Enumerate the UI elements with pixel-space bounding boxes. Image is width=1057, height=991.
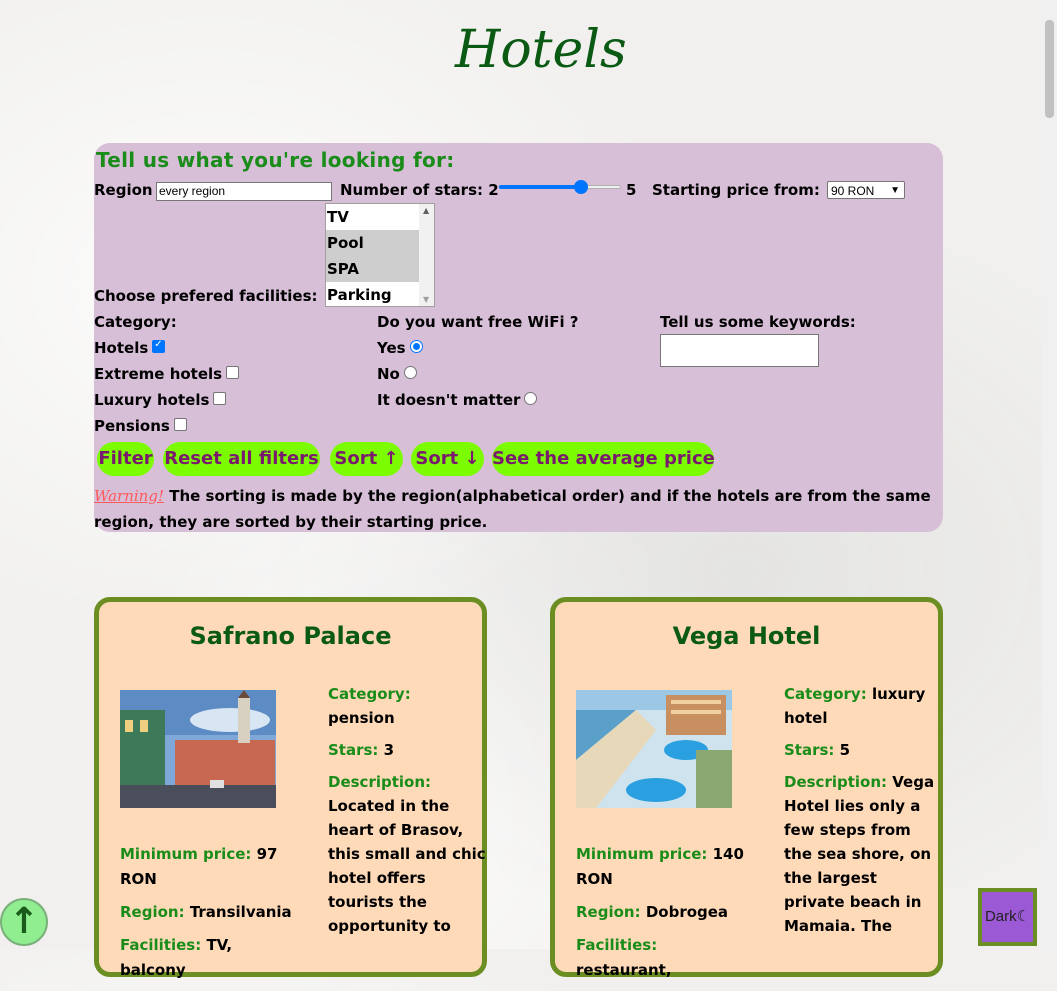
- category-label: Category:: [94, 313, 177, 331]
- category-extreme[interactable]: Extreme hotels: [94, 365, 240, 383]
- region-input[interactable]: every region: [156, 182, 332, 201]
- wifi-yes-label: Yes: [377, 339, 406, 357]
- hotel-photo: [120, 690, 276, 808]
- category-hotels-checkbox[interactable]: [152, 339, 166, 353]
- reset-filters-button[interactable]: Reset all filters: [163, 442, 320, 476]
- moon-icon: ☾: [1016, 908, 1031, 925]
- wifi-yes[interactable]: Yes: [377, 339, 423, 357]
- stars-key: Stars:: [328, 741, 379, 759]
- arrow-down-icon: ↓: [464, 448, 480, 469]
- category-pensions-checkbox[interactable]: [173, 418, 187, 431]
- facility-option-pool[interactable]: Pool: [326, 230, 419, 256]
- sorting-warning: Warning! The sorting is made by the regi…: [94, 483, 940, 535]
- category-pensions[interactable]: Pensions: [94, 417, 187, 435]
- category-pensions-label: Pensions: [94, 417, 170, 435]
- facilities-value: restaurant,: [576, 961, 672, 979]
- wifi-any-label: It doesn't matter: [377, 391, 521, 409]
- sort-descending-button[interactable]: Sort ↓: [411, 442, 484, 476]
- arrow-up-icon: ↑: [383, 448, 399, 469]
- filters-heading: Tell us what you're looking for:: [96, 148, 455, 172]
- category-extreme-checkbox[interactable]: [226, 366, 240, 379]
- price-select[interactable]: 90 RON ▼: [827, 181, 905, 199]
- category-luxury[interactable]: Luxury hotels: [94, 391, 227, 409]
- keywords-label: Tell us some keywords:: [660, 313, 856, 331]
- warning-word: Warning!: [94, 487, 164, 505]
- category-hotels[interactable]: Hotels: [94, 339, 166, 357]
- hotel-info: Minimum price: 97 RON Region: Transilvan…: [120, 842, 300, 991]
- facilities-listbox[interactable]: TV Pool SPA Parking lot ▲ ▼: [325, 203, 435, 307]
- facilities-label: Choose prefered facilities:: [94, 287, 318, 305]
- wifi-no[interactable]: No: [377, 365, 417, 383]
- region-key: Region:: [576, 903, 641, 921]
- description-value: Vega Hotel lies only a few steps from th…: [784, 773, 935, 935]
- region-value: Dobrogea: [645, 903, 729, 921]
- dark-mode-button[interactable]: Dark☾: [978, 888, 1037, 946]
- slider-fill: [499, 185, 581, 189]
- page-title: Hotels: [455, 20, 627, 80]
- region-label: Region: [94, 181, 153, 199]
- description-value: Located in the heart of Brasov, this sma…: [328, 797, 486, 935]
- sort-ascending-button[interactable]: Sort ↑: [330, 442, 403, 476]
- facility-option-tv[interactable]: TV: [326, 204, 419, 230]
- warning-text: The sorting is made by the region(alphab…: [94, 487, 931, 531]
- hotel-details: Category: luxury hotel Stars: 5 Descript…: [784, 682, 942, 946]
- category-extreme-label: Extreme hotels: [94, 365, 223, 383]
- scroll-down-icon[interactable]: ▼: [423, 295, 429, 304]
- stars-max-label: 5: [626, 181, 637, 199]
- facilities-key: Facilities:: [120, 936, 202, 954]
- region-key: Region:: [120, 903, 185, 921]
- min-price-key: Minimum price:: [120, 845, 252, 863]
- scroll-to-top-button[interactable]: ↑: [0, 898, 48, 946]
- listbox-scrollbar[interactable]: ▲ ▼: [419, 204, 434, 306]
- price-select-value: 90 RON: [831, 184, 875, 198]
- arrow-up-icon: ↑: [8, 901, 40, 942]
- description-key: Description:: [328, 773, 432, 791]
- average-price-button[interactable]: See the average price: [492, 442, 715, 476]
- wifi-no-radio[interactable]: [403, 366, 417, 379]
- wifi-no-label: No: [377, 365, 400, 383]
- stars-value: 5: [839, 741, 851, 759]
- scroll-up-icon[interactable]: ▲: [423, 206, 429, 215]
- facility-option-spa[interactable]: SPA: [326, 256, 419, 282]
- stars-label: Number of stars: 2: [340, 181, 499, 199]
- facilities-key: Facilities:: [576, 936, 658, 954]
- min-price-key: Minimum price:: [576, 845, 708, 863]
- keywords-textarea[interactable]: [660, 334, 819, 367]
- sort-descending-label: Sort: [415, 448, 459, 469]
- chevron-down-icon: ▼: [890, 185, 900, 196]
- stars-key: Stars:: [784, 741, 835, 759]
- price-label: Starting price from:: [652, 181, 820, 199]
- wifi-label: Do you want free WiFi ?: [377, 313, 579, 331]
- hotel-name: Safrano Palace: [189, 622, 392, 650]
- dark-mode-label: Dark: [984, 908, 1017, 925]
- wifi-any-radio[interactable]: [524, 392, 538, 405]
- sort-ascending-label: Sort: [334, 448, 378, 469]
- hotel-info: Minimum price: 140 RON Region: Dobrogea …: [576, 842, 756, 991]
- stars-slider[interactable]: [499, 179, 621, 195]
- filters-panel: Tell us what you're looking for: Region …: [94, 143, 943, 532]
- hotel-card: Safrano Palace Category: pension Stars: 3…: [94, 597, 487, 979]
- page-scrollbar[interactable]: [1042, 0, 1057, 949]
- description-key: Description:: [784, 773, 888, 791]
- category-hotels-label: Hotels: [94, 339, 149, 357]
- category-key: Category:: [328, 685, 411, 703]
- hotel-name: Vega Hotel: [672, 622, 821, 650]
- wifi-any[interactable]: It doesn't matter: [377, 391, 538, 409]
- category-luxury-checkbox[interactable]: [213, 392, 227, 405]
- slider-handle[interactable]: [574, 180, 588, 194]
- category-luxury-label: Luxury hotels: [94, 391, 210, 409]
- wifi-yes-radio[interactable]: [409, 340, 423, 353]
- scrollbar-thumb[interactable]: [1045, 20, 1054, 118]
- filter-button[interactable]: Filter: [97, 442, 154, 476]
- facility-option-parking[interactable]: Parking lot: [326, 282, 419, 306]
- hotel-card: Vega Hotel Category: luxury hotel Stars:…: [550, 597, 943, 979]
- region-value: Transilvania: [189, 903, 292, 921]
- stars-value: 3: [383, 741, 395, 759]
- category-key: Category:: [784, 685, 867, 703]
- hotel-details: Category: pension Stars: 3 Description: Lo…: [328, 682, 486, 946]
- hotel-photo: [576, 690, 732, 808]
- category-value: pension: [328, 709, 395, 727]
